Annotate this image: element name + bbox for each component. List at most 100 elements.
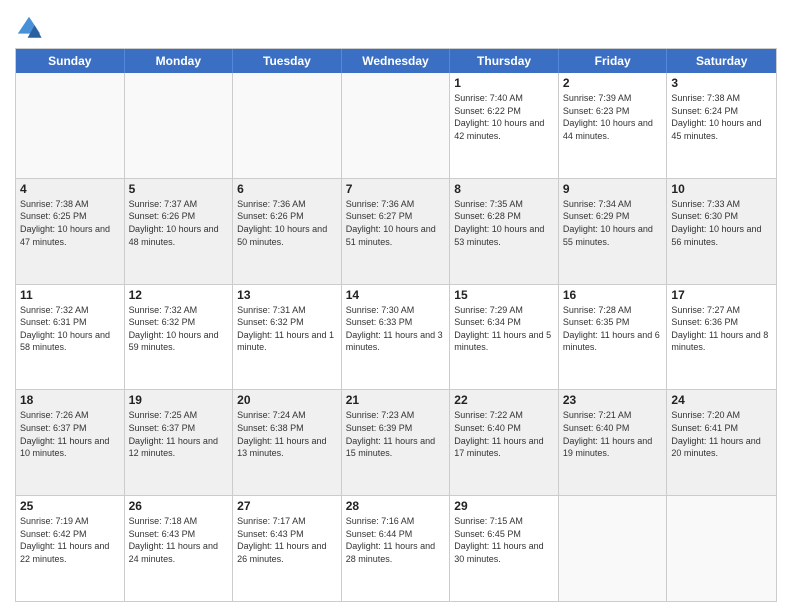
- day-cell-20: 20 Sunrise: 7:24 AM Sunset: 6:38 PM Dayli…: [233, 390, 342, 495]
- day-cell-4: 4 Sunrise: 7:38 AM Sunset: 6:25 PM Daylig…: [16, 179, 125, 284]
- day-cell-24: 24 Sunrise: 7:20 AM Sunset: 6:41 PM Dayli…: [667, 390, 776, 495]
- day-number: 3: [671, 76, 772, 90]
- day-cell-3: 3 Sunrise: 7:38 AM Sunset: 6:24 PM Daylig…: [667, 73, 776, 178]
- day-number: 13: [237, 288, 337, 302]
- day-info: Sunrise: 7:38 AM Sunset: 6:24 PM Dayligh…: [671, 92, 772, 142]
- day-cell-25: 25 Sunrise: 7:19 AM Sunset: 6:42 PM Dayli…: [16, 496, 125, 601]
- empty-cell: [233, 73, 342, 178]
- day-cell-19: 19 Sunrise: 7:25 AM Sunset: 6:37 PM Dayli…: [125, 390, 234, 495]
- day-info: Sunrise: 7:33 AM Sunset: 6:30 PM Dayligh…: [671, 198, 772, 248]
- day-number: 17: [671, 288, 772, 302]
- empty-cell: [667, 496, 776, 601]
- day-info: Sunrise: 7:32 AM Sunset: 6:32 PM Dayligh…: [129, 304, 229, 354]
- day-info: Sunrise: 7:32 AM Sunset: 6:31 PM Dayligh…: [20, 304, 120, 354]
- calendar-row-1: 4 Sunrise: 7:38 AM Sunset: 6:25 PM Daylig…: [16, 178, 776, 284]
- header-day-tuesday: Tuesday: [233, 49, 342, 73]
- calendar: SundayMondayTuesdayWednesdayThursdayFrid…: [15, 48, 777, 602]
- day-number: 26: [129, 499, 229, 513]
- day-cell-9: 9 Sunrise: 7:34 AM Sunset: 6:29 PM Daylig…: [559, 179, 668, 284]
- logo: [15, 14, 47, 42]
- day-info: Sunrise: 7:37 AM Sunset: 6:26 PM Dayligh…: [129, 198, 229, 248]
- day-number: 5: [129, 182, 229, 196]
- day-number: 12: [129, 288, 229, 302]
- day-info: Sunrise: 7:29 AM Sunset: 6:34 PM Dayligh…: [454, 304, 554, 354]
- day-number: 29: [454, 499, 554, 513]
- day-cell-21: 21 Sunrise: 7:23 AM Sunset: 6:39 PM Dayli…: [342, 390, 451, 495]
- day-cell-5: 5 Sunrise: 7:37 AM Sunset: 6:26 PM Daylig…: [125, 179, 234, 284]
- header: [15, 10, 777, 42]
- empty-cell: [559, 496, 668, 601]
- day-number: 22: [454, 393, 554, 407]
- day-cell-12: 12 Sunrise: 7:32 AM Sunset: 6:32 PM Dayli…: [125, 285, 234, 390]
- day-number: 21: [346, 393, 446, 407]
- day-info: Sunrise: 7:39 AM Sunset: 6:23 PM Dayligh…: [563, 92, 663, 142]
- day-info: Sunrise: 7:24 AM Sunset: 6:38 PM Dayligh…: [237, 409, 337, 459]
- day-number: 27: [237, 499, 337, 513]
- day-number: 16: [563, 288, 663, 302]
- calendar-row-2: 11 Sunrise: 7:32 AM Sunset: 6:31 PM Dayli…: [16, 284, 776, 390]
- day-number: 2: [563, 76, 663, 90]
- day-cell-10: 10Sunrise: 7:33 AM Sunset: 6:30 PM Dayli…: [667, 179, 776, 284]
- day-info: Sunrise: 7:27 AM Sunset: 6:36 PM Dayligh…: [671, 304, 772, 354]
- day-info: Sunrise: 7:38 AM Sunset: 6:25 PM Dayligh…: [20, 198, 120, 248]
- day-cell-2: 2 Sunrise: 7:39 AM Sunset: 6:23 PM Daylig…: [559, 73, 668, 178]
- day-info: Sunrise: 7:16 AM Sunset: 6:44 PM Dayligh…: [346, 515, 446, 565]
- day-cell-27: 27 Sunrise: 7:17 AM Sunset: 6:43 PM Dayli…: [233, 496, 342, 601]
- day-info: Sunrise: 7:15 AM Sunset: 6:45 PM Dayligh…: [454, 515, 554, 565]
- logo-icon: [15, 14, 43, 42]
- empty-cell: [342, 73, 451, 178]
- day-info: Sunrise: 7:17 AM Sunset: 6:43 PM Dayligh…: [237, 515, 337, 565]
- day-info: Sunrise: 7:23 AM Sunset: 6:39 PM Dayligh…: [346, 409, 446, 459]
- day-cell-26: 26Sunrise: 7:18 AM Sunset: 6:43 PM Dayli…: [125, 496, 234, 601]
- day-info: Sunrise: 7:26 AM Sunset: 6:37 PM Dayligh…: [20, 409, 120, 459]
- day-number: 1: [454, 76, 554, 90]
- day-number: 8: [454, 182, 554, 196]
- day-info: Sunrise: 7:40 AM Sunset: 6:22 PM Dayligh…: [454, 92, 554, 142]
- day-cell-15: 15Sunrise: 7:29 AM Sunset: 6:34 PM Dayli…: [450, 285, 559, 390]
- day-number: 11: [20, 288, 120, 302]
- calendar-row-4: 25 Sunrise: 7:19 AM Sunset: 6:42 PM Dayli…: [16, 495, 776, 601]
- day-info: Sunrise: 7:31 AM Sunset: 6:32 PM Dayligh…: [237, 304, 337, 354]
- day-info: Sunrise: 7:34 AM Sunset: 6:29 PM Dayligh…: [563, 198, 663, 248]
- day-info: Sunrise: 7:30 AM Sunset: 6:33 PM Dayligh…: [346, 304, 446, 354]
- calendar-row-0: 1 Sunrise: 7:40 AM Sunset: 6:22 PM Daylig…: [16, 73, 776, 178]
- day-info: Sunrise: 7:22 AM Sunset: 6:40 PM Dayligh…: [454, 409, 554, 459]
- header-day-wednesday: Wednesday: [342, 49, 451, 73]
- day-info: Sunrise: 7:36 AM Sunset: 6:26 PM Dayligh…: [237, 198, 337, 248]
- day-cell-22: 22 Sunrise: 7:22 AM Sunset: 6:40 PM Dayli…: [450, 390, 559, 495]
- day-number: 6: [237, 182, 337, 196]
- calendar-header: SundayMondayTuesdayWednesdayThursdayFrid…: [16, 49, 776, 73]
- day-number: 7: [346, 182, 446, 196]
- header-day-thursday: Thursday: [450, 49, 559, 73]
- day-number: 25: [20, 499, 120, 513]
- day-info: Sunrise: 7:20 AM Sunset: 6:41 PM Dayligh…: [671, 409, 772, 459]
- day-number: 9: [563, 182, 663, 196]
- empty-cell: [125, 73, 234, 178]
- header-day-friday: Friday: [559, 49, 668, 73]
- header-day-saturday: Saturday: [667, 49, 776, 73]
- page: SundayMondayTuesdayWednesdayThursdayFrid…: [0, 0, 792, 612]
- day-cell-7: 7 Sunrise: 7:36 AM Sunset: 6:27 PM Daylig…: [342, 179, 451, 284]
- day-number: 20: [237, 393, 337, 407]
- header-day-monday: Monday: [125, 49, 234, 73]
- day-cell-18: 18 Sunrise: 7:26 AM Sunset: 6:37 PM Dayli…: [16, 390, 125, 495]
- calendar-body: 1 Sunrise: 7:40 AM Sunset: 6:22 PM Daylig…: [16, 73, 776, 601]
- day-cell-13: 13 Sunrise: 7:31 AM Sunset: 6:32 PM Dayli…: [233, 285, 342, 390]
- day-number: 18: [20, 393, 120, 407]
- day-number: 19: [129, 393, 229, 407]
- day-cell-6: 6 Sunrise: 7:36 AM Sunset: 6:26 PM Daylig…: [233, 179, 342, 284]
- day-info: Sunrise: 7:25 AM Sunset: 6:37 PM Dayligh…: [129, 409, 229, 459]
- day-number: 4: [20, 182, 120, 196]
- day-cell-16: 16 Sunrise: 7:28 AM Sunset: 6:35 PM Dayli…: [559, 285, 668, 390]
- day-cell-23: 23Sunrise: 7:21 AM Sunset: 6:40 PM Dayli…: [559, 390, 668, 495]
- empty-cell: [16, 73, 125, 178]
- day-info: Sunrise: 7:36 AM Sunset: 6:27 PM Dayligh…: [346, 198, 446, 248]
- day-cell-1: 1 Sunrise: 7:40 AM Sunset: 6:22 PM Daylig…: [450, 73, 559, 178]
- day-cell-11: 11 Sunrise: 7:32 AM Sunset: 6:31 PM Dayli…: [16, 285, 125, 390]
- day-number: 23: [563, 393, 663, 407]
- day-info: Sunrise: 7:28 AM Sunset: 6:35 PM Dayligh…: [563, 304, 663, 354]
- day-cell-29: 29 Sunrise: 7:15 AM Sunset: 6:45 PM Dayli…: [450, 496, 559, 601]
- day-number: 24: [671, 393, 772, 407]
- day-info: Sunrise: 7:19 AM Sunset: 6:42 PM Dayligh…: [20, 515, 120, 565]
- header-day-sunday: Sunday: [16, 49, 125, 73]
